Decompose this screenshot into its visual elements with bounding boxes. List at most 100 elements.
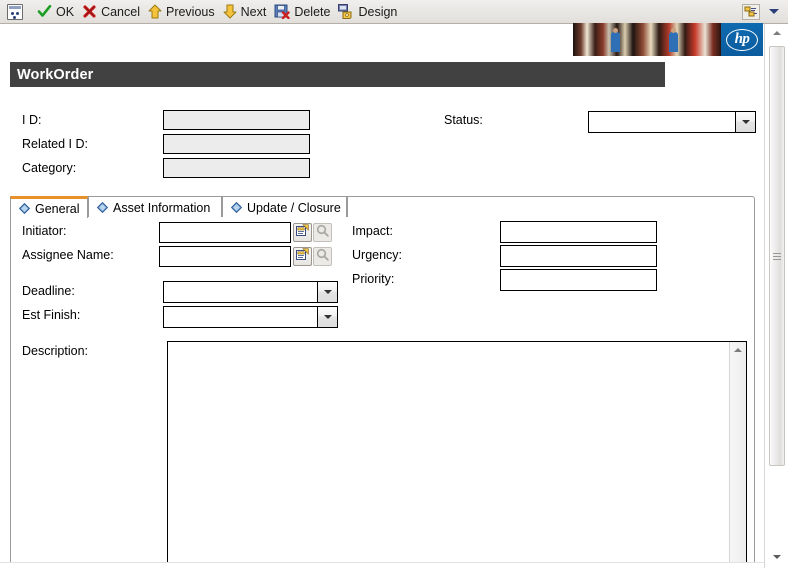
cancel-button-label: Cancel	[101, 4, 140, 19]
delete-button-label: Delete	[294, 4, 331, 19]
diamond-icon	[230, 201, 243, 214]
impact-input[interactable]	[500, 221, 657, 243]
chevron-down-icon	[323, 315, 332, 319]
technician-figure	[671, 28, 676, 33]
toolbar: OK Cancel Previous Next Delete Design	[0, 0, 788, 24]
est-finish-combobox[interactable]	[163, 306, 338, 328]
ok-button-label: OK	[56, 4, 75, 19]
technician-figure	[611, 32, 620, 52]
category-label: Category:	[22, 161, 77, 175]
diamond-icon	[18, 202, 31, 215]
cancel-icon	[82, 4, 97, 19]
deadline-label: Deadline:	[22, 284, 75, 298]
description-label: Description:	[22, 344, 88, 358]
deadline-dropdown-button[interactable]	[317, 282, 337, 302]
related-id-field[interactable]	[163, 134, 310, 154]
tab-update-closure-label: Update / Closure	[247, 200, 341, 215]
description-textarea-container	[167, 341, 747, 568]
deadline-combobox-input[interactable]	[164, 282, 317, 302]
search-icon	[316, 248, 329, 266]
app-menu-button[interactable]	[5, 2, 29, 22]
tab-general[interactable]: General	[10, 196, 88, 218]
status-label: Status:	[444, 113, 483, 127]
initiator-search-button[interactable]	[313, 223, 332, 242]
status-combobox-input[interactable]	[589, 112, 735, 132]
toolbar-chevron-button[interactable]	[766, 4, 782, 20]
scrollbar-grip-icon	[773, 252, 781, 260]
initiator-input[interactable]	[159, 222, 291, 243]
diamond-icon	[96, 201, 109, 214]
technician-figure	[613, 28, 618, 33]
page-title: WorkOrder	[17, 66, 94, 83]
hp-banner: hp	[573, 23, 763, 56]
related-id-label: Related I D:	[22, 137, 89, 151]
chevron-down-icon	[741, 120, 750, 124]
status-dropdown-button[interactable]	[735, 112, 755, 132]
initiator-picker-button[interactable]	[293, 223, 312, 242]
assignee-name-label: Assignee Name:	[22, 248, 114, 262]
window-bottom-strip	[0, 562, 764, 568]
id-label: I D:	[22, 113, 42, 127]
est-finish-combobox-input[interactable]	[164, 307, 317, 327]
tab-asset-information-label: Asset Information	[113, 200, 211, 215]
assignee-name-picker-button[interactable]	[293, 247, 312, 266]
status-combobox[interactable]	[588, 111, 756, 133]
priority-input[interactable]	[500, 269, 657, 291]
previous-button-label: Previous	[165, 4, 215, 19]
deadline-combobox[interactable]	[163, 281, 338, 303]
est-finish-dropdown-button[interactable]	[317, 307, 337, 327]
arrow-down-icon	[223, 4, 237, 19]
hp-logo-oval: hp	[726, 28, 758, 51]
toolbar-overflow-button[interactable]	[740, 2, 766, 22]
scroll-up-icon	[773, 31, 781, 35]
ok-button[interactable]: OK	[35, 2, 80, 22]
urgency-label: Urgency:	[352, 248, 403, 262]
category-field[interactable]	[163, 158, 310, 178]
impact-label: Impact:	[352, 224, 393, 238]
technician-figure	[669, 32, 678, 52]
tabstrip-filler	[347, 196, 755, 218]
page-scroll-up-button[interactable]	[768, 24, 786, 42]
picker-icon	[296, 223, 309, 242]
hp-logo-text: hp	[734, 31, 750, 47]
previous-button[interactable]: Previous	[146, 2, 221, 22]
chevron-down-icon	[323, 290, 332, 294]
tab-asset-information[interactable]: Asset Information	[88, 196, 222, 218]
workorder-form-window: OK Cancel Previous Next Delete Design hp…	[0, 0, 788, 568]
check-icon	[37, 4, 52, 19]
description-scrollbar[interactable]	[729, 342, 746, 567]
assignee-name-input[interactable]	[159, 246, 291, 267]
scroll-down-icon	[773, 555, 781, 559]
delete-button[interactable]: Delete	[272, 2, 336, 22]
tabstrip: General Asset Information Update / Closu…	[10, 196, 755, 218]
design-button-label: Design	[358, 4, 398, 19]
design-button[interactable]: Design	[336, 2, 403, 22]
datacenter-photo	[573, 23, 721, 56]
description-textarea[interactable]	[168, 342, 729, 567]
urgency-input[interactable]	[500, 245, 657, 267]
id-field[interactable]	[163, 110, 310, 130]
cancel-button[interactable]: Cancel	[80, 2, 146, 22]
chevron-down-icon	[769, 9, 779, 14]
tab-update-closure[interactable]: Update / Closure	[222, 196, 347, 218]
app-icon	[7, 3, 23, 20]
tab-general-label: General	[35, 201, 80, 216]
next-button[interactable]: Next	[221, 2, 273, 22]
delete-icon	[274, 4, 291, 20]
page-scrollbar[interactable]	[764, 24, 788, 568]
page-title-bar: WorkOrder	[10, 62, 665, 87]
overflow-icon	[742, 3, 760, 20]
search-icon	[316, 224, 329, 242]
scroll-up-icon	[734, 348, 742, 352]
assignee-name-search-button[interactable]	[313, 247, 332, 266]
priority-label: Priority:	[352, 272, 395, 286]
design-icon	[338, 4, 354, 20]
description-scroll-up-button[interactable]	[730, 342, 746, 358]
picker-icon	[296, 247, 309, 266]
page-scroll-down-button[interactable]	[768, 548, 786, 566]
arrow-up-icon	[148, 4, 162, 19]
hp-logo: hp	[721, 23, 763, 56]
next-button-label: Next	[240, 4, 267, 19]
page-scrollbar-thumb[interactable]	[769, 46, 785, 466]
initiator-label: Initiator:	[22, 224, 67, 238]
